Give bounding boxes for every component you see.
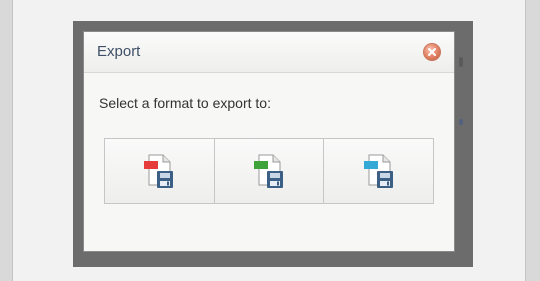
close-icon	[428, 48, 436, 56]
csv-file-save-icon	[363, 154, 393, 188]
pdf-file-save-icon	[144, 154, 174, 188]
background-content-hint	[459, 57, 463, 67]
dialog-title-bar: Export	[84, 32, 454, 73]
close-button[interactable]	[423, 43, 441, 61]
format-button-group	[104, 138, 434, 204]
dialog-title: Export	[97, 43, 141, 60]
export-pdf-button[interactable]	[105, 139, 215, 203]
export-prompt: Select a format to export to:	[99, 95, 271, 111]
export-csv-button[interactable]	[324, 139, 434, 203]
excel-file-save-icon	[254, 154, 283, 188]
background-link-hint	[459, 119, 463, 125]
export-dialog: Export Select a format to export to:	[83, 31, 455, 252]
export-excel-button[interactable]	[214, 139, 325, 203]
